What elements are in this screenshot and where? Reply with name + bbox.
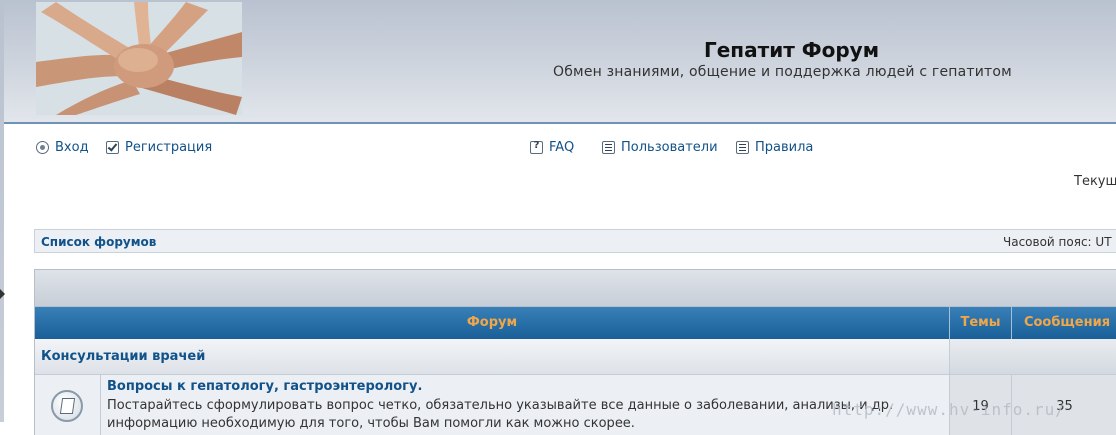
header-topics: Темы [960,315,1001,330]
site-header [4,0,1116,124]
nav-register-label: Регистрация [125,139,213,155]
category-row: Консультации врачей [34,339,1116,375]
watermark-text: http://www.hv-info.ru/ [832,400,1066,419]
header-posts: Сообщения [1023,315,1111,330]
site-description: Обмен знаниями, общение и поддержка люде… [553,64,1012,80]
forum-read-icon [51,390,83,422]
forum-title-link[interactable]: Вопросы к гепатологу, гастроэнтерологу. [107,379,422,394]
category-title-link[interactable]: Консультации врачей [41,349,205,364]
nav-rules-link[interactable]: Правила [736,138,813,156]
hands-logo-icon [36,2,242,115]
forum-table-top-bar [34,269,1116,307]
forum-info-cell: Вопросы к гепатологу, гастроэнтерологу. … [101,375,949,435]
forum-table-header: Форум Темы Сообщения [34,307,1116,339]
register-icon [106,140,119,154]
site-logo-image[interactable] [36,2,242,115]
nav-members-label: Пользователи [621,139,718,155]
category-stats-cell [949,339,1116,375]
login-icon [36,140,49,154]
current-time-text: Текущ [1074,174,1116,189]
forum-icon-cell [35,375,101,435]
rules-icon [736,140,749,154]
mouse-cursor [0,289,5,299]
breadcrumb-forum-index-link[interactable]: Список форумов [41,235,156,249]
category-title-cell: Консультации врачей [35,339,949,375]
header-forum: Форум [466,315,518,330]
timezone-text: Часовой пояс: UT [1003,235,1112,249]
nav-members-link[interactable]: Пользователи [602,138,718,156]
nav-login-label: Вход [55,139,89,155]
breadcrumb-bar: Список форумов Часовой пояс: UT [34,229,1116,253]
members-icon [602,140,615,154]
nav-register-link[interactable]: Регистрация [106,138,212,156]
nav-login-link[interactable]: Вход [36,138,89,156]
nav-faq-link[interactable]: FAQ [530,138,574,156]
nav-faq-label: FAQ [549,139,575,155]
faq-icon [530,140,543,154]
nav-rules-label: Правила [755,139,814,155]
forum-description: Постарайтесь сформулировать вопрос четко… [107,398,894,431]
